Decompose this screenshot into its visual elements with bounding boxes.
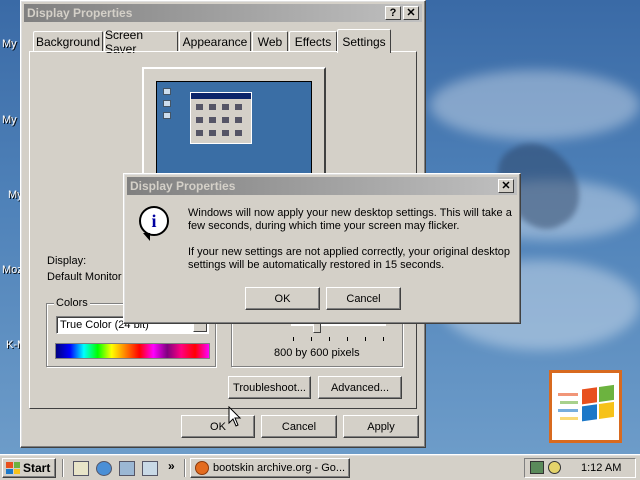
internet-explorer-icon[interactable] bbox=[96, 461, 112, 476]
outlook-express-icon[interactable] bbox=[119, 461, 135, 476]
dialog-message-1: Windows will now apply your new desktop … bbox=[188, 207, 512, 232]
taskbar-separator bbox=[62, 459, 64, 477]
quicklaunch-chevron[interactable]: » bbox=[168, 459, 175, 473]
start-label: Start bbox=[23, 461, 51, 475]
start-button[interactable]: Start bbox=[2, 458, 56, 478]
advanced-button[interactable]: Advanced... bbox=[318, 376, 402, 399]
clock[interactable]: 1:12 AM bbox=[581, 462, 621, 474]
color-spectrum bbox=[55, 343, 210, 359]
dialog-title: Display Properties bbox=[130, 179, 236, 193]
monitor-screen bbox=[156, 81, 312, 185]
ok-button[interactable]: OK bbox=[181, 415, 255, 438]
windows-logo-icon bbox=[549, 370, 622, 443]
cloud bbox=[430, 70, 640, 140]
search-tray-icon[interactable] bbox=[548, 461, 561, 474]
taskbar: Start » bootskin archive.org - Go... 1:1… bbox=[0, 454, 640, 480]
tab-background[interactable]: Background bbox=[33, 31, 103, 52]
colors-label: Colors bbox=[54, 297, 90, 309]
task-button-browser[interactable]: bootskin archive.org - Go... bbox=[190, 458, 350, 478]
mouse-cursor-icon bbox=[228, 406, 242, 427]
close-button[interactable]: ✕ bbox=[403, 6, 419, 20]
dialog-cancel-button[interactable]: Cancel bbox=[326, 287, 401, 310]
display-value: Default Monitor o bbox=[47, 271, 131, 283]
close-button[interactable]: ✕ bbox=[498, 179, 514, 193]
info-icon: i bbox=[139, 206, 169, 241]
window-titlebar[interactable]: Display Properties ? ✕ bbox=[24, 4, 422, 22]
display-label: Display: bbox=[47, 255, 87, 267]
apply-button[interactable]: Apply bbox=[343, 415, 419, 438]
system-tray: 1:12 AM bbox=[524, 458, 636, 478]
help-button[interactable]: ? bbox=[385, 6, 401, 20]
tab-screen-saver[interactable]: Screen Saver bbox=[104, 28, 178, 56]
cancel-button[interactable]: Cancel bbox=[261, 415, 337, 438]
network-icon[interactable] bbox=[530, 461, 544, 474]
tab-effects[interactable]: Effects bbox=[289, 31, 337, 52]
taskbar-separator bbox=[184, 459, 186, 477]
dialog-ok-button[interactable]: OK bbox=[245, 287, 320, 310]
troubleshoot-button[interactable]: Troubleshoot... bbox=[228, 376, 311, 399]
show-desktop-icon[interactable] bbox=[73, 461, 89, 476]
desktop-icon-label[interactable]: My bbox=[2, 38, 17, 50]
confirm-dialog: Display Properties ✕ i Windows will now … bbox=[123, 173, 521, 324]
resolution-text: 800 by 600 pixels bbox=[274, 347, 360, 359]
tab-settings[interactable]: Settings bbox=[337, 29, 391, 53]
dialog-message-2: If your new settings are not applied cor… bbox=[188, 246, 511, 271]
task-label: bootskin archive.org - Go... bbox=[213, 462, 346, 474]
tab-appearance[interactable]: Appearance bbox=[179, 31, 251, 52]
window-title: Display Properties bbox=[27, 6, 133, 20]
firefox-icon bbox=[195, 461, 209, 475]
preview-window bbox=[190, 92, 252, 144]
tab-web[interactable]: Web bbox=[252, 31, 288, 52]
dialog-titlebar[interactable]: Display Properties ✕ bbox=[127, 177, 517, 195]
windows-flag-icon bbox=[6, 462, 20, 474]
search-icon[interactable] bbox=[142, 461, 158, 476]
